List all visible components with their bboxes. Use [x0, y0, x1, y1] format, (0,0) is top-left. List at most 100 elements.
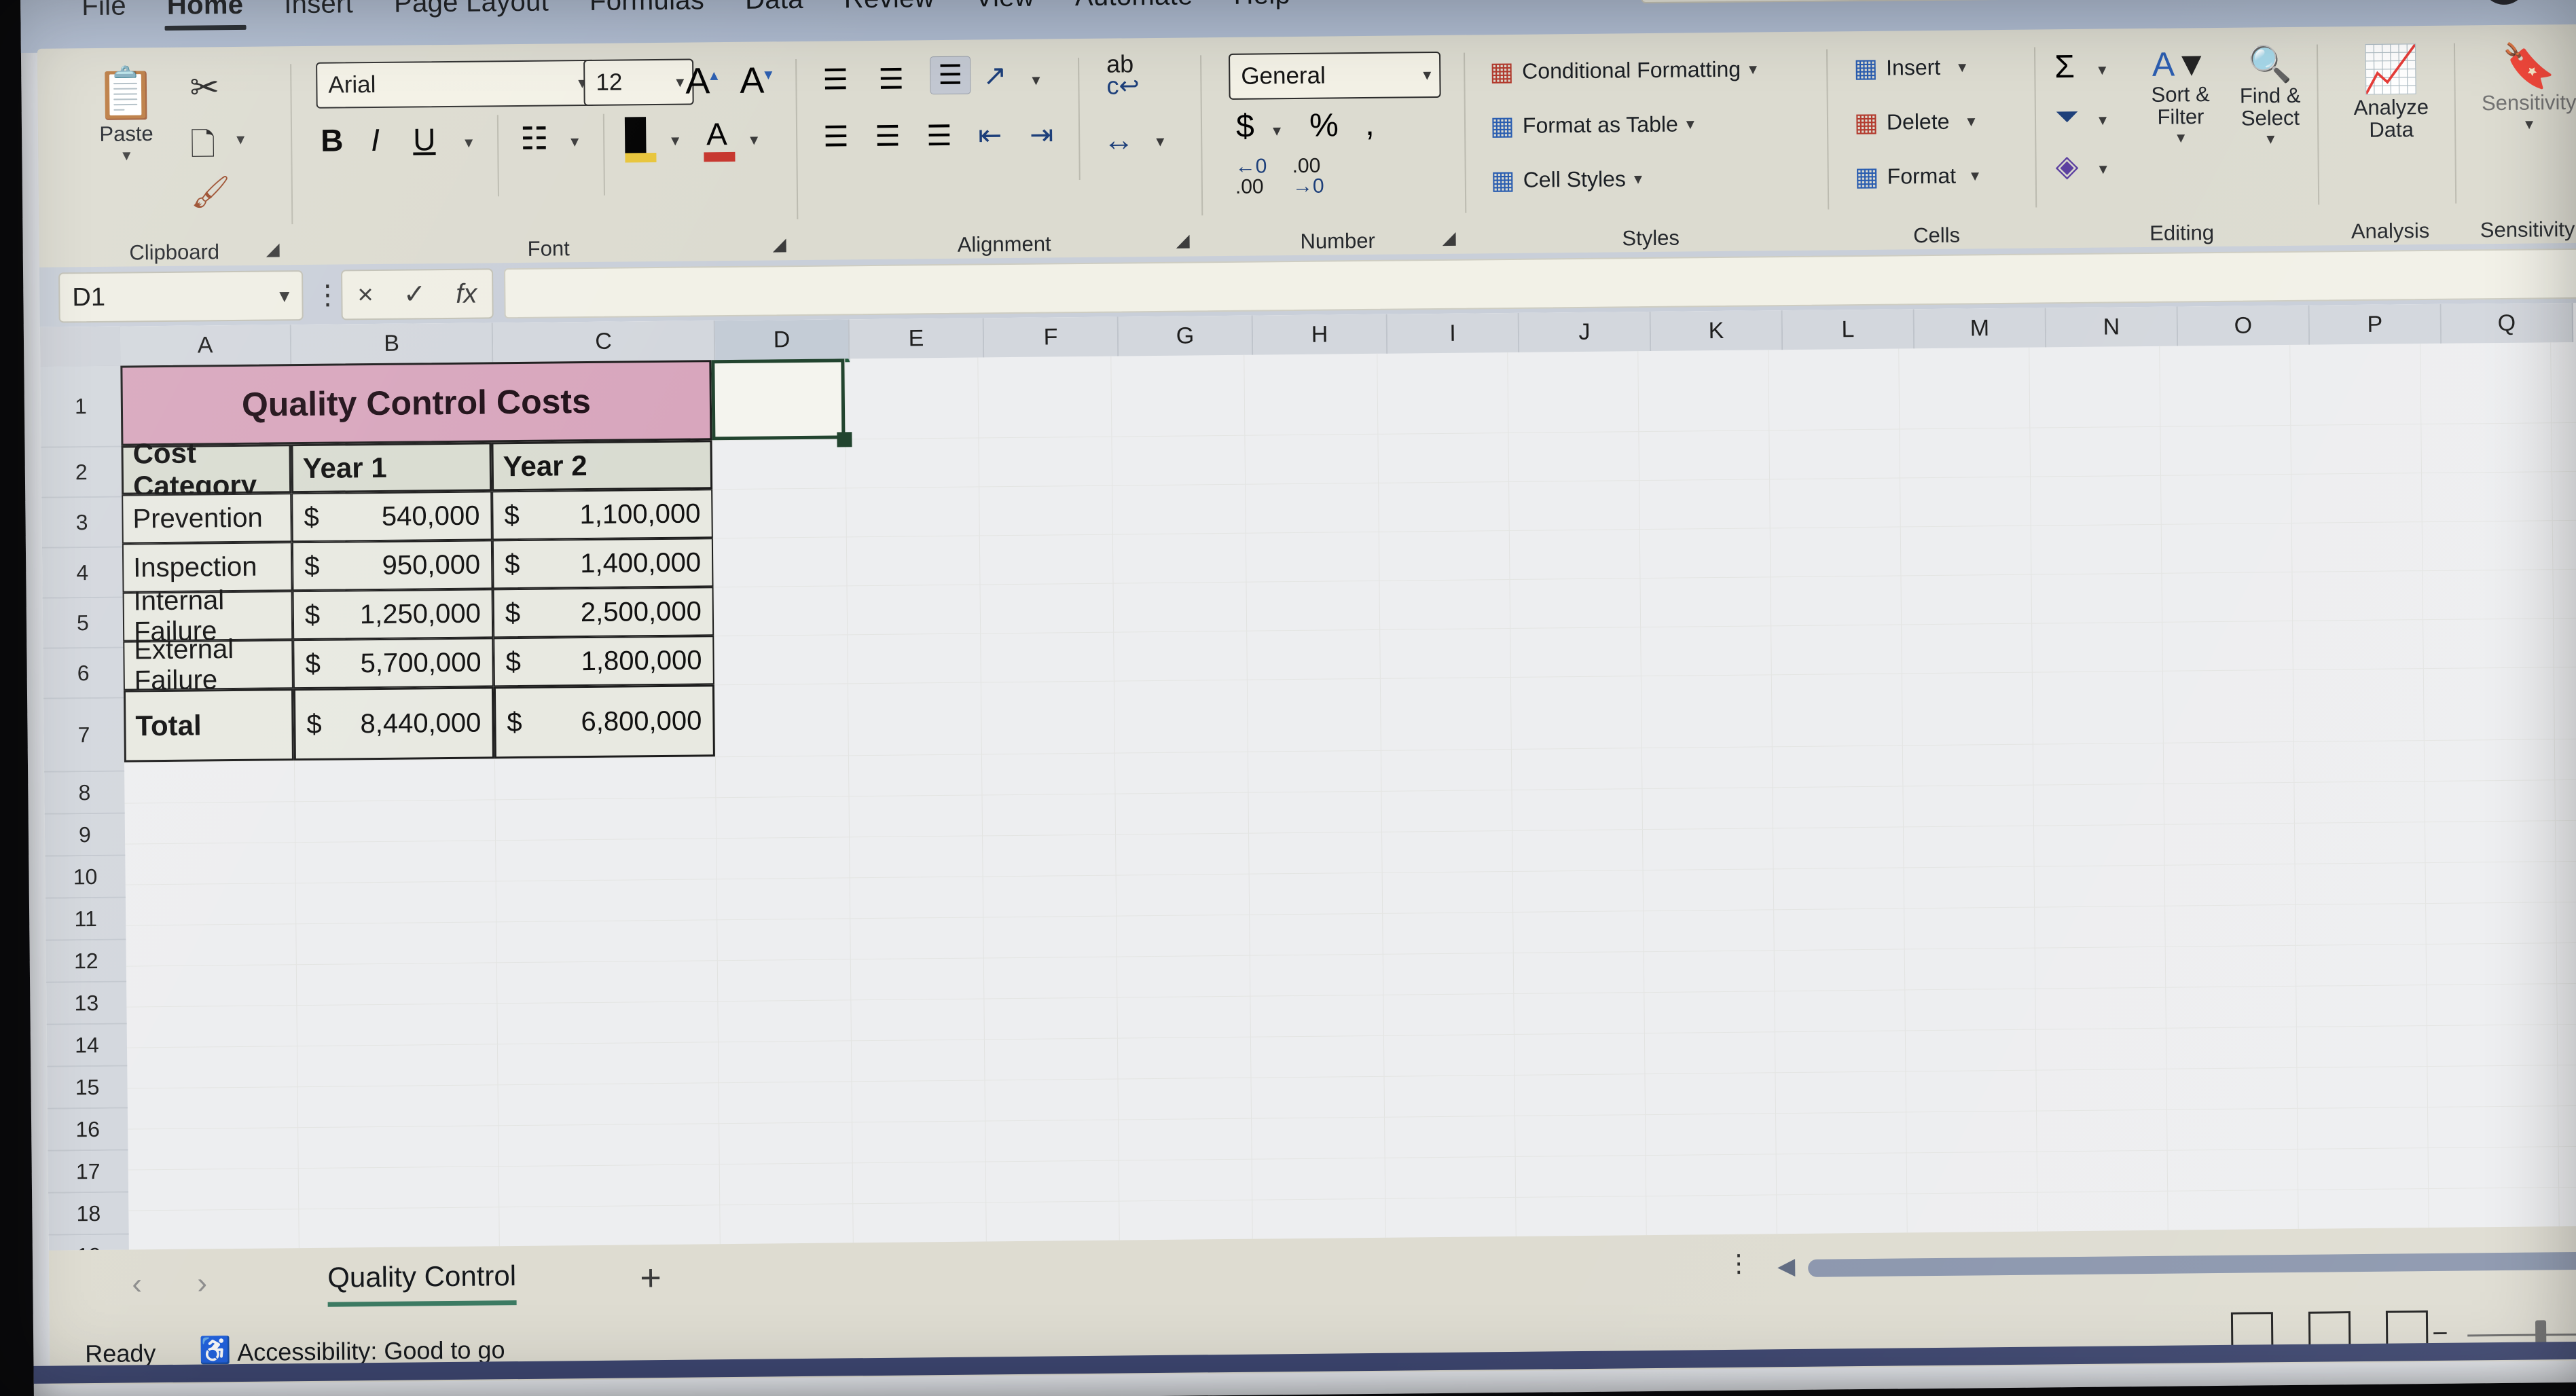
column-header-j[interactable]: J	[1519, 311, 1652, 352]
cut-icon[interactable]: ✂	[189, 67, 219, 108]
chevron-down-icon[interactable]: ▾	[2525, 114, 2533, 134]
tab-insert[interactable]: Insert	[264, 0, 374, 20]
cell-title-a1[interactable]: Quality Control Costs	[120, 360, 712, 446]
row-header-11[interactable]: 11	[45, 898, 126, 941]
align-right-icon[interactable]: ☰	[926, 119, 952, 152]
cell-header-B2[interactable]: Year 1	[291, 442, 492, 494]
clear-chevron-down-icon[interactable]: ▾	[2099, 160, 2107, 179]
row-header-8[interactable]: 8	[44, 771, 125, 815]
chevron-down-icon[interactable]: ▾	[1634, 169, 1642, 189]
column-header-e[interactable]: E	[849, 318, 985, 359]
currency-format-button[interactable]: $	[1236, 108, 1254, 145]
chevron-down-icon[interactable]: ▾	[1686, 114, 1694, 134]
tab-automate[interactable]: Automate	[1055, 0, 1214, 12]
zoom-slider[interactable]	[2467, 1333, 2576, 1337]
column-header-i[interactable]: I	[1387, 312, 1520, 354]
tab-data[interactable]: Data	[725, 0, 824, 16]
user-account[interactable]: Christensen, James K. CJ	[2221, 0, 2527, 7]
row-header-12[interactable]: 12	[46, 940, 127, 983]
column-header-d[interactable]: D	[714, 319, 850, 364]
merge-chevron-down-icon[interactable]: ▾	[1156, 132, 1164, 151]
align-bottom-icon[interactable]: ☰	[930, 56, 971, 95]
orientation-chevron-down-icon[interactable]: ▾	[1032, 71, 1040, 90]
column-header-a[interactable]: A	[120, 325, 292, 366]
column-header-l[interactable]: L	[1782, 309, 1915, 350]
find-select-button[interactable]: 🔍 Find & Select ▾	[2226, 43, 2315, 149]
bold-button[interactable]: B	[321, 122, 344, 158]
cell-a3[interactable]: Prevention	[122, 493, 292, 544]
selected-cell-d1[interactable]	[711, 359, 846, 441]
tab-review[interactable]: Review	[824, 0, 955, 15]
row-header-17[interactable]: 17	[48, 1150, 129, 1194]
fill-icon[interactable]: ⏷	[2055, 100, 2080, 134]
row-header-6[interactable]: 6	[43, 648, 124, 699]
font-color-icon[interactable]: A	[706, 115, 727, 152]
copy-chevron-down-icon[interactable]: ▾	[236, 130, 244, 149]
enter-formula-icon[interactable]: ✓	[403, 278, 427, 310]
italic-button[interactable]: I	[371, 122, 380, 158]
search-box[interactable]: ⚲ Search	[1640, 0, 2212, 4]
sort-filter-button[interactable]: A ▼ Sort & Filter ▾	[2136, 44, 2225, 148]
row-header-9[interactable]: 9	[44, 813, 126, 857]
analyze-data-button[interactable]: 📈 Analyze Data	[2340, 42, 2442, 141]
column-header-c[interactable]: C	[492, 320, 716, 363]
cell-c4[interactable]: $1,400,000	[492, 538, 714, 589]
chevron-down-icon[interactable]: ▾	[1958, 58, 1966, 77]
increase-indent-icon[interactable]: ⇥	[1030, 117, 1054, 151]
cell-styles-button[interactable]: ▦ Cell Styles ▾	[1491, 164, 1643, 196]
fill-chevron-down-icon[interactable]: ▾	[671, 131, 679, 151]
column-header-h[interactable]: H	[1252, 314, 1388, 355]
decrease-decimal-icon[interactable]: .00 →0	[1292, 155, 1324, 198]
tab-file[interactable]: File	[61, 0, 147, 22]
chevron-down-icon[interactable]: ▾	[2266, 129, 2274, 149]
cell-c7[interactable]: $6,800,000	[493, 684, 715, 759]
underline-chevron-down-icon[interactable]: ▾	[465, 133, 473, 153]
fill-chevron-down-icon[interactable]: ▾	[2099, 111, 2107, 130]
chevron-down-icon[interactable]: ▾	[2177, 128, 2185, 148]
select-all-button[interactable]	[39, 326, 122, 368]
increase-font-size-icon[interactable]: A▴	[685, 60, 719, 102]
clipboard-dialog-launcher[interactable]: ◢	[266, 238, 280, 259]
column-header-g[interactable]: G	[1118, 315, 1254, 356]
cell-header-A2[interactable]: Cost Category	[121, 437, 292, 502]
format-as-table-button[interactable]: ▦ Format as Table ▾	[1490, 109, 1694, 141]
underline-button[interactable]: U	[413, 121, 436, 158]
cell-header-C2[interactable]: Year 2	[491, 440, 713, 492]
align-center-icon[interactable]: ☰	[875, 120, 901, 153]
add-sheet-button[interactable]: +	[640, 1257, 661, 1299]
cell-b3[interactable]: $540,000	[291, 491, 492, 543]
more-options-icon[interactable]: ⋮	[314, 279, 341, 310]
number-dialog-launcher[interactable]: ◢	[1442, 227, 1455, 249]
tab-help[interactable]: Help	[1213, 0, 1311, 11]
comma-format-button[interactable]: ,	[1365, 104, 1375, 143]
tab-page-layout[interactable]: Page Layout	[374, 0, 569, 19]
column-header-b[interactable]: B	[291, 323, 494, 365]
row-header-13[interactable]: 13	[46, 982, 127, 1025]
tab-home[interactable]: Home	[147, 0, 264, 21]
next-sheet-icon[interactable]: ›	[197, 1266, 207, 1300]
percent-format-button[interactable]: %	[1309, 107, 1339, 144]
horizontal-scrollbar[interactable]	[1808, 1251, 2576, 1277]
column-header-m[interactable]: M	[1914, 308, 2047, 349]
split-handle-icon[interactable]: ⋮	[1726, 1249, 1751, 1278]
cell-a6[interactable]: External Failure	[123, 634, 293, 695]
row-header-16[interactable]: 16	[47, 1108, 128, 1152]
tab-view[interactable]: View	[954, 0, 1055, 14]
column-header-q[interactable]: Q	[2441, 302, 2574, 344]
scroll-left-icon[interactable]: ◀	[1777, 1253, 1796, 1280]
borders-icon[interactable]: ☷	[520, 120, 549, 157]
autosum-chevron-down-icon[interactable]: ▾	[2098, 60, 2106, 80]
increase-decimal-icon[interactable]: ←0.00	[1235, 155, 1267, 198]
chevron-down-icon[interactable]: ▾	[122, 145, 130, 165]
chevron-down-icon[interactable]: ▾	[1423, 65, 1431, 85]
cell-c6[interactable]: $1,800,000	[493, 636, 714, 687]
horizontal-scrollbar-thumb[interactable]	[1808, 1251, 2576, 1277]
column-header-k[interactable]: K	[1650, 310, 1783, 351]
chevron-down-icon[interactable]: ▾	[1749, 59, 1757, 79]
chevron-down-icon[interactable]: ▾	[676, 72, 684, 92]
column-header-f[interactable]: F	[983, 316, 1119, 358]
row-header-18[interactable]: 18	[48, 1192, 129, 1236]
cell-b7[interactable]: $8,440,000	[293, 686, 494, 761]
column-header-p[interactable]: P	[2309, 304, 2442, 345]
tab-formulas[interactable]: Formulas	[569, 0, 725, 17]
